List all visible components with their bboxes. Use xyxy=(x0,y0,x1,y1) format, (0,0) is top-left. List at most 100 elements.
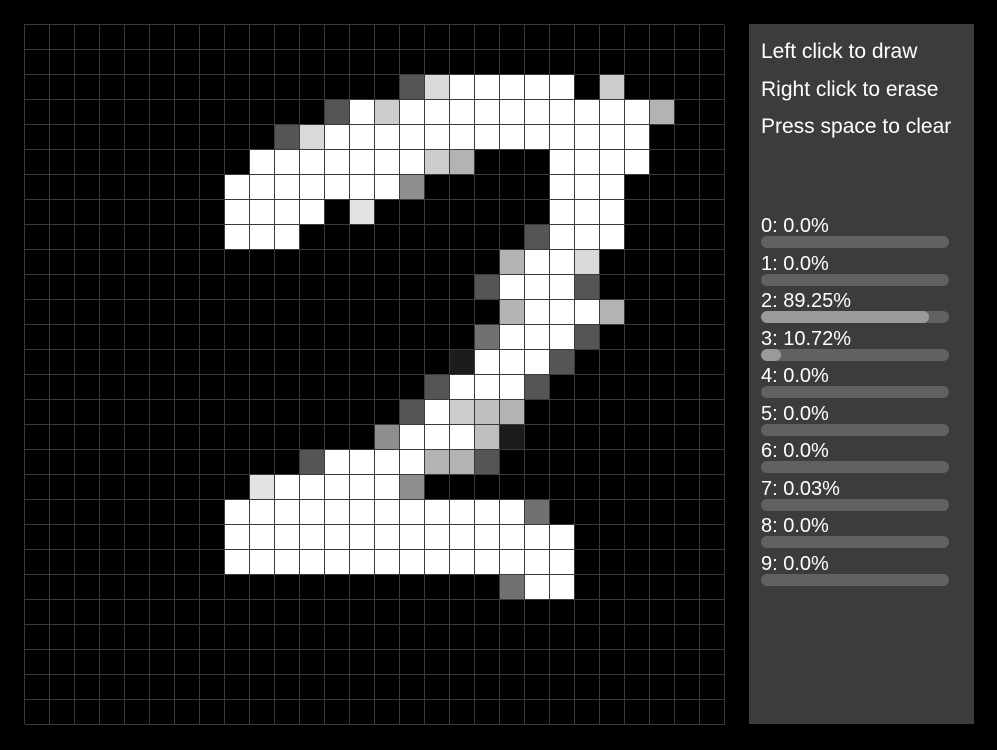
pixel-cell[interactable] xyxy=(700,675,725,700)
pixel-cell[interactable] xyxy=(525,575,550,600)
pixel-cell[interactable] xyxy=(225,125,250,150)
pixel-cell[interactable] xyxy=(675,100,700,125)
pixel-cell[interactable] xyxy=(400,75,425,100)
pixel-cell[interactable] xyxy=(50,600,75,625)
pixel-cell[interactable] xyxy=(150,500,175,525)
pixel-cell[interactable] xyxy=(700,300,725,325)
pixel-cell[interactable] xyxy=(175,675,200,700)
pixel-cell[interactable] xyxy=(350,75,375,100)
pixel-cell[interactable] xyxy=(625,700,650,725)
pixel-cell[interactable] xyxy=(500,400,525,425)
pixel-cell[interactable] xyxy=(50,425,75,450)
pixel-cell[interactable] xyxy=(500,100,525,125)
pixel-cell[interactable] xyxy=(500,675,525,700)
pixel-cell[interactable] xyxy=(225,50,250,75)
pixel-cell[interactable] xyxy=(650,175,675,200)
pixel-cell[interactable] xyxy=(525,375,550,400)
pixel-cell[interactable] xyxy=(475,125,500,150)
pixel-cell[interactable] xyxy=(300,550,325,575)
pixel-cell[interactable] xyxy=(500,150,525,175)
pixel-cell[interactable] xyxy=(350,250,375,275)
pixel-cell[interactable] xyxy=(650,325,675,350)
pixel-cell[interactable] xyxy=(150,125,175,150)
pixel-cell[interactable] xyxy=(250,575,275,600)
pixel-cell[interactable] xyxy=(575,250,600,275)
pixel-cell[interactable] xyxy=(575,425,600,450)
pixel-cell[interactable] xyxy=(200,700,225,725)
pixel-cell[interactable] xyxy=(300,675,325,700)
pixel-cell[interactable] xyxy=(500,475,525,500)
pixel-cell[interactable] xyxy=(175,75,200,100)
pixel-cell[interactable] xyxy=(450,325,475,350)
pixel-cell[interactable] xyxy=(25,575,50,600)
pixel-cell[interactable] xyxy=(25,550,50,575)
pixel-cell[interactable] xyxy=(175,50,200,75)
pixel-cell[interactable] xyxy=(375,125,400,150)
pixel-cell[interactable] xyxy=(350,50,375,75)
pixel-cell[interactable] xyxy=(450,150,475,175)
pixel-cell[interactable] xyxy=(175,550,200,575)
pixel-cell[interactable] xyxy=(600,500,625,525)
pixel-cell[interactable] xyxy=(75,75,100,100)
pixel-cell[interactable] xyxy=(300,575,325,600)
pixel-cell[interactable] xyxy=(525,675,550,700)
pixel-cell[interactable] xyxy=(50,50,75,75)
pixel-cell[interactable] xyxy=(625,575,650,600)
pixel-cell[interactable] xyxy=(525,300,550,325)
pixel-cell[interactable] xyxy=(225,475,250,500)
pixel-cell[interactable] xyxy=(300,125,325,150)
pixel-cell[interactable] xyxy=(50,475,75,500)
pixel-cell[interactable] xyxy=(475,525,500,550)
pixel-cell[interactable] xyxy=(425,450,450,475)
pixel-cell[interactable] xyxy=(350,525,375,550)
pixel-cell[interactable] xyxy=(150,675,175,700)
pixel-cell[interactable] xyxy=(250,25,275,50)
pixel-cell[interactable] xyxy=(675,575,700,600)
pixel-cell[interactable] xyxy=(200,675,225,700)
pixel-cell[interactable] xyxy=(75,450,100,475)
pixel-cell[interactable] xyxy=(400,250,425,275)
pixel-cell[interactable] xyxy=(300,175,325,200)
pixel-cell[interactable] xyxy=(600,625,625,650)
pixel-cell[interactable] xyxy=(550,500,575,525)
pixel-cell[interactable] xyxy=(400,200,425,225)
pixel-cell[interactable] xyxy=(250,325,275,350)
pixel-cell[interactable] xyxy=(600,75,625,100)
pixel-cell[interactable] xyxy=(700,325,725,350)
pixel-cell[interactable] xyxy=(550,450,575,475)
pixel-cell[interactable] xyxy=(25,500,50,525)
pixel-cell[interactable] xyxy=(100,350,125,375)
pixel-cell[interactable] xyxy=(325,75,350,100)
pixel-cell[interactable] xyxy=(225,300,250,325)
pixel-cell[interactable] xyxy=(525,100,550,125)
pixel-cell[interactable] xyxy=(400,425,425,450)
pixel-cell[interactable] xyxy=(175,625,200,650)
pixel-cell[interactable] xyxy=(500,325,525,350)
pixel-cell[interactable] xyxy=(325,500,350,525)
pixel-cell[interactable] xyxy=(525,150,550,175)
pixel-cell[interactable] xyxy=(500,275,525,300)
pixel-cell[interactable] xyxy=(675,400,700,425)
pixel-cell[interactable] xyxy=(175,350,200,375)
pixel-cell[interactable] xyxy=(150,250,175,275)
pixel-cell[interactable] xyxy=(225,625,250,650)
pixel-cell[interactable] xyxy=(650,150,675,175)
pixel-cell[interactable] xyxy=(625,50,650,75)
pixel-cell[interactable] xyxy=(650,425,675,450)
pixel-cell[interactable] xyxy=(575,350,600,375)
pixel-cell[interactable] xyxy=(300,325,325,350)
pixel-cell[interactable] xyxy=(700,225,725,250)
pixel-cell[interactable] xyxy=(325,225,350,250)
pixel-cell[interactable] xyxy=(650,300,675,325)
pixel-cell[interactable] xyxy=(325,525,350,550)
pixel-cell[interactable] xyxy=(100,475,125,500)
pixel-cell[interactable] xyxy=(300,75,325,100)
pixel-cell[interactable] xyxy=(325,325,350,350)
drawing-canvas[interactable] xyxy=(24,24,725,725)
pixel-cell[interactable] xyxy=(250,675,275,700)
pixel-cell[interactable] xyxy=(125,175,150,200)
pixel-cell[interactable] xyxy=(400,100,425,125)
pixel-cell[interactable] xyxy=(75,675,100,700)
pixel-grid[interactable] xyxy=(25,25,725,725)
pixel-cell[interactable] xyxy=(75,325,100,350)
